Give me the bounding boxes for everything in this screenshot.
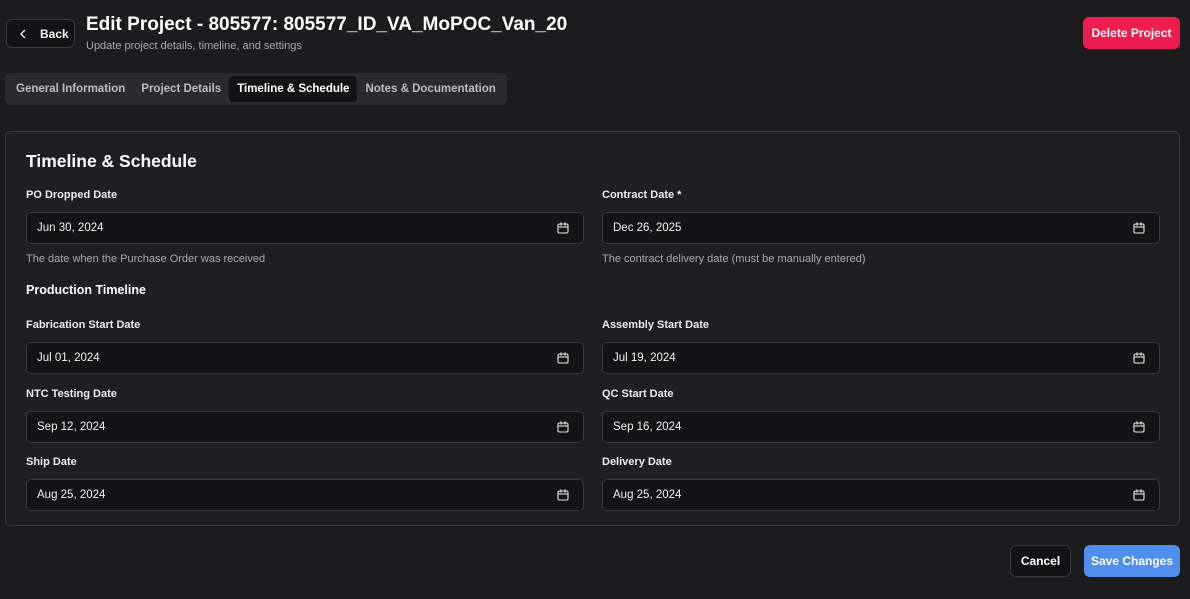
assembly-start-date-label: Assembly Start Date	[602, 319, 709, 331]
calendar-icon[interactable]	[1133, 489, 1145, 501]
save-changes-button[interactable]: Save Changes	[1084, 545, 1180, 577]
ntc-testing-date-label: NTC Testing Date	[26, 388, 117, 400]
contract-date-helper: The contract delivery date (must be manu…	[602, 253, 866, 265]
delete-project-button[interactable]: Delete Project	[1083, 17, 1180, 49]
ship-date-field: Ship Date Aug 25, 2024	[26, 456, 584, 511]
fabrication-start-date-input[interactable]: Jul 01, 2024	[26, 342, 584, 374]
assembly-start-date-field: Assembly Start Date Jul 19, 2024	[602, 319, 1160, 374]
tab-timeline-schedule[interactable]: Timeline & Schedule	[229, 76, 358, 102]
qc-start-date-label: QC Start Date	[602, 388, 674, 400]
po-dropped-date-value: Jun 30, 2024	[37, 222, 104, 234]
fabrication-start-date-value: Jul 01, 2024	[37, 352, 100, 364]
qc-start-date-value: Sep 16, 2024	[613, 421, 682, 433]
po-dropped-date-label: PO Dropped Date	[26, 189, 118, 201]
edit-project-page: Back Edit Project - 805577: 805577_ID_VA…	[0, 0, 1190, 599]
tab-bar: General Information Project Details Time…	[5, 73, 507, 105]
po-dropped-date-input[interactable]: Jun 30, 2024	[26, 212, 584, 244]
fabrication-start-date-label: Fabrication Start Date	[26, 319, 141, 331]
ship-date-value: Aug 25, 2024	[37, 489, 106, 501]
po-dropped-date-field: PO Dropped Date Jun 30, 2024 The date wh…	[26, 189, 584, 265]
qc-start-date-field: QC Start Date Sep 16, 2024	[602, 388, 1160, 443]
contract-date-label: Contract Date *	[602, 189, 682, 201]
po-dropped-date-helper: The date when the Purchase Order was rec…	[26, 253, 266, 265]
chevron-left-icon	[20, 29, 26, 38]
contract-date-input[interactable]: Dec 26, 2025	[602, 212, 1160, 244]
qc-start-date-input[interactable]: Sep 16, 2024	[602, 411, 1160, 443]
calendar-icon[interactable]	[1133, 222, 1145, 234]
cancel-button-label: Cancel	[1020, 554, 1061, 568]
delivery-date-field: Delivery Date Aug 25, 2024	[602, 456, 1160, 511]
delete-project-label: Delete Project	[1091, 26, 1172, 40]
back-button[interactable]: Back	[6, 19, 75, 48]
tab-notes-documentation[interactable]: Notes & Documentation	[357, 76, 503, 102]
ntc-testing-date-input[interactable]: Sep 12, 2024	[26, 411, 584, 443]
delivery-date-label: Delivery Date	[602, 456, 672, 468]
calendar-icon[interactable]	[557, 421, 569, 433]
timeline-schedule-card: Timeline & Schedule PO Dropped Date Jun …	[5, 131, 1180, 526]
production-timeline-heading: Production Timeline	[26, 283, 146, 297]
page-subtitle: Update project details, timeline, and se…	[86, 40, 302, 52]
save-changes-label: Save Changes	[1090, 554, 1174, 568]
contract-date-field: Contract Date * Dec 26, 2025 The contrac…	[602, 189, 1160, 265]
calendar-icon[interactable]	[557, 222, 569, 234]
ntc-testing-date-field: NTC Testing Date Sep 12, 2024	[26, 388, 584, 443]
tab-project-details[interactable]: Project Details	[133, 76, 229, 102]
assembly-start-date-input[interactable]: Jul 19, 2024	[602, 342, 1160, 374]
delivery-date-input[interactable]: Aug 25, 2024	[602, 479, 1160, 511]
back-button-label: Back	[40, 26, 69, 41]
fabrication-start-date-field: Fabrication Start Date Jul 01, 2024	[26, 319, 584, 374]
cancel-button[interactable]: Cancel	[1010, 545, 1071, 577]
calendar-icon[interactable]	[1133, 352, 1145, 364]
tab-general-information[interactable]: General Information	[8, 76, 133, 102]
assembly-start-date-value: Jul 19, 2024	[613, 352, 676, 364]
delivery-date-value: Aug 25, 2024	[613, 489, 682, 501]
calendar-icon[interactable]	[557, 352, 569, 364]
ship-date-label: Ship Date	[26, 456, 77, 468]
calendar-icon[interactable]	[557, 489, 569, 501]
page-title: Edit Project - 805577: 805577_ID_VA_MoPO…	[86, 14, 568, 35]
ntc-testing-date-value: Sep 12, 2024	[37, 421, 106, 433]
contract-date-value: Dec 26, 2025	[613, 222, 682, 234]
calendar-icon[interactable]	[1133, 421, 1145, 433]
card-title: Timeline & Schedule	[26, 151, 197, 171]
ship-date-input[interactable]: Aug 25, 2024	[26, 479, 584, 511]
